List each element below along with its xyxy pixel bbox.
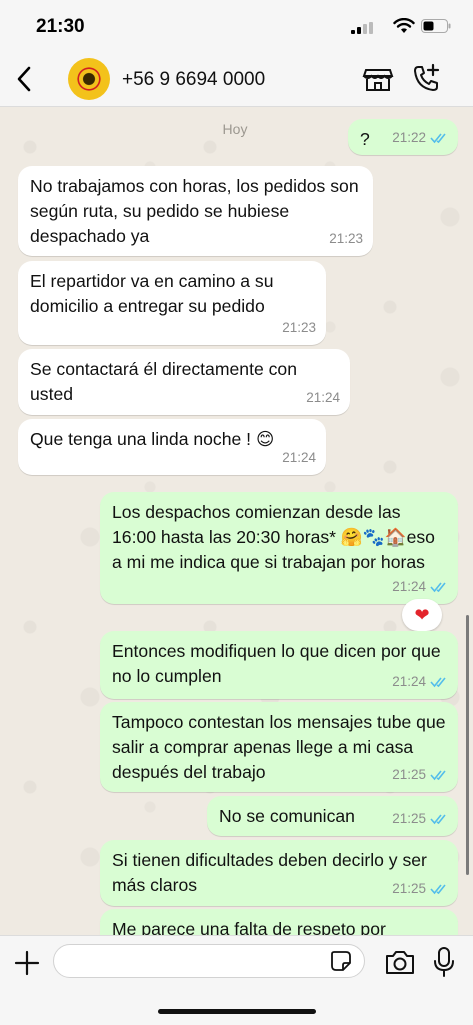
message-time: 21:22 xyxy=(392,130,426,145)
message-time: 21:25 xyxy=(392,811,426,826)
message-incoming[interactable]: El repartidor va en camino a su domicili… xyxy=(18,261,326,345)
message-meta: 21:23 xyxy=(282,315,316,340)
message-meta: 21:25 xyxy=(392,762,448,787)
message-time: 21:24 xyxy=(392,579,426,594)
message-time: 21:24 xyxy=(282,450,316,465)
read-receipt-icon xyxy=(430,813,446,824)
message-input[interactable] xyxy=(53,944,365,978)
message-time: 21:25 xyxy=(392,767,426,782)
cellular-signal-icon xyxy=(351,22,373,34)
message-outgoing[interactable]: ? 21:22 xyxy=(348,119,458,155)
message-meta: 21:24 xyxy=(392,669,448,694)
message-time: 21:24 xyxy=(306,390,340,405)
read-receipt-icon xyxy=(430,769,446,780)
message-text: ? xyxy=(360,129,370,149)
message-text: No se comunican xyxy=(219,806,355,826)
home-indicator[interactable] xyxy=(158,1009,316,1014)
status-time: 21:30 xyxy=(36,16,85,37)
message-incoming[interactable]: Que tenga una linda noche ! 😊 21:24 xyxy=(18,419,326,475)
message-incoming[interactable]: Se contactará él directamente con usted … xyxy=(18,349,350,415)
message-text: Me parece una falta de respeto por xyxy=(112,919,386,935)
battery-icon xyxy=(421,19,451,33)
message-time: 21:23 xyxy=(282,320,316,335)
message-outgoing[interactable]: Entonces modifiquen lo que dicen por que… xyxy=(100,631,458,699)
message-meta: 21:25 xyxy=(392,806,448,831)
day-separator: Hoy xyxy=(222,121,248,137)
message-text: Que tenga una linda noche ! 😊 xyxy=(30,429,275,449)
storefront-icon[interactable] xyxy=(361,62,395,96)
read-receipt-icon xyxy=(430,883,446,894)
status-bar: 21:30 xyxy=(0,0,473,52)
message-meta: 21:25 xyxy=(392,876,448,901)
message-time: 21:23 xyxy=(329,231,363,246)
scrollbar[interactable] xyxy=(466,615,469,875)
message-meta: 21:24 xyxy=(306,385,340,410)
message-outgoing[interactable]: No se comunican 21:25 xyxy=(207,796,458,836)
contact-name[interactable]: +56 9 6694 0000 xyxy=(122,69,265,91)
message-list[interactable]: Hoy ? 21:22 No trabajamos con horas, los… xyxy=(0,107,473,935)
message-text: El repartidor va en camino a su domicili… xyxy=(30,271,274,316)
message-meta: 21:24 xyxy=(392,574,448,599)
chat-header: +56 9 6694 0000 xyxy=(0,52,473,107)
sticker-icon[interactable] xyxy=(330,950,352,972)
message-outgoing[interactable]: Si tienen dificultades deben decirlo y s… xyxy=(100,840,458,906)
message-outgoing[interactable]: Tampoco contestan los mensajes tube que … xyxy=(100,702,458,792)
heart-reaction-icon[interactable]: ❤ xyxy=(402,599,442,631)
message-incoming[interactable]: No trabajamos con horas, los pedidos son… xyxy=(18,166,373,256)
message-text: Si tienen dificultades deben decirlo y s… xyxy=(112,850,427,895)
message-meta: 21:24 xyxy=(282,445,316,470)
read-receipt-icon xyxy=(430,132,446,143)
message-text: No trabajamos con horas, los pedidos son… xyxy=(30,176,359,246)
message-outgoing[interactable]: Los despachos comienzan desde las 16:00 … xyxy=(100,492,458,604)
camera-icon[interactable] xyxy=(384,948,416,976)
message-text: Se contactará él directamente con usted xyxy=(30,359,297,404)
read-receipt-icon xyxy=(430,581,446,592)
phone-plus-icon[interactable] xyxy=(410,62,444,96)
message-meta: 21:22 xyxy=(392,125,448,150)
read-receipt-icon xyxy=(430,676,446,687)
message-time: 21:24 xyxy=(392,674,426,689)
microphone-icon[interactable] xyxy=(432,946,456,978)
contact-avatar[interactable] xyxy=(68,58,110,100)
message-time: 21:25 xyxy=(392,881,426,896)
message-text: Los despachos comienzan desde las 16:00 … xyxy=(112,502,435,572)
plus-icon[interactable] xyxy=(12,948,42,978)
chevron-left-icon[interactable] xyxy=(12,64,38,94)
message-meta: 21:23 xyxy=(329,226,363,251)
message-outgoing[interactable]: Me parece una falta de respeto por xyxy=(100,909,458,935)
wifi-icon xyxy=(393,18,415,33)
